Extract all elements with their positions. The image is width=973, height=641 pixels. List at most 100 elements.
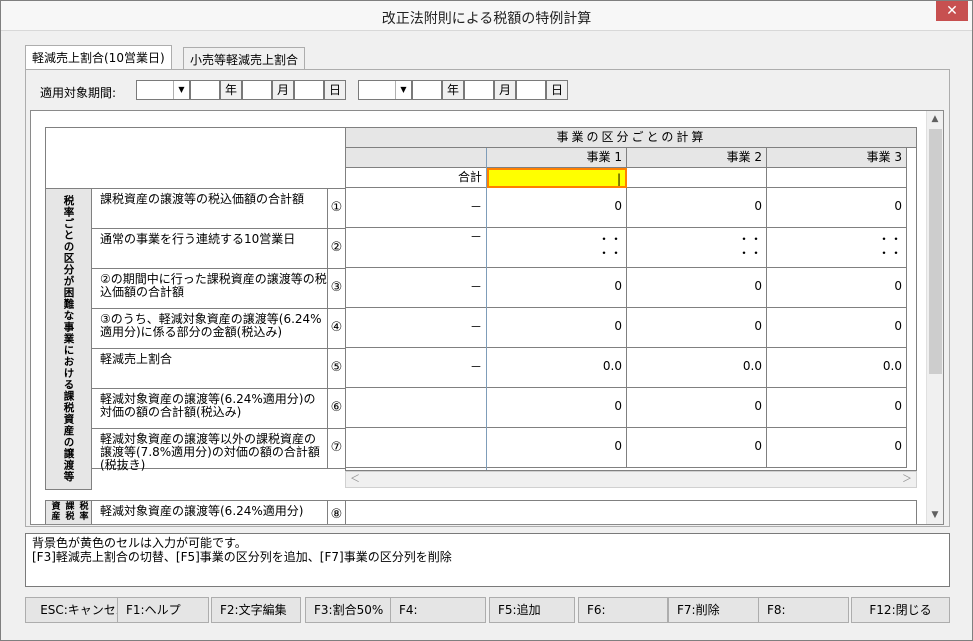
year-input-end[interactable] [412,80,442,100]
chevron-down-icon[interactable]: ▼ [173,81,189,99]
row-number: ⑥ [327,388,346,429]
fkey-button-f7[interactable]: F7:削除 [668,597,759,623]
help-line-1: 背景色が黄色のセルは入力が可能です。 [32,536,247,550]
business-2-cell[interactable]: 0 [627,388,767,428]
row-label-taxable-total: 課税資産の譲渡等の税込価額の合計額 [91,188,328,229]
business-2-cell[interactable]: 0 [627,188,767,228]
column-header-business-1: 事業 1 [487,148,627,168]
row-label-reduced-sales-ratio: 軽減売上割合 [91,348,328,389]
row-8-number: ⑧ [327,500,346,524]
help-line-2: [F3]軽減売上割合の切替、[F5]事業の区分列を追加、[F7]事業の区分列を削… [32,550,452,564]
month-input-start[interactable] [242,80,272,100]
horizontal-scrollbar[interactable]: ＜ ＞ [345,471,917,488]
month-input-end[interactable] [464,80,494,100]
tab-panel: 適用対象期間: ▼ 年 月 日 ▼ 年 月 日 税率ごとの区分が困難な事業におけ… [25,69,950,527]
business-3-cell[interactable]: ・・ ・・ [767,228,907,268]
column-header-total [346,148,487,168]
total-cell: － [346,348,487,388]
column-divider [486,148,487,470]
side-label-difficult-business: 税率ごとの区分が困難な事業における課税資産の譲渡等 [45,188,92,490]
era-combo-end[interactable]: ▼ [358,80,412,100]
row-label-standard-consideration: 軽減対象資産の譲渡等以外の課税資産の譲渡等(7.8%適用分)の対価の額の合計額(… [91,428,328,472]
row-label-reduced-portion: ③のうち、軽減対象資産の譲渡等(6.24%適用分)に係る部分の金額(税込み) [91,308,328,349]
scroll-left-icon[interactable]: ＜ [350,472,360,487]
business-1-cell[interactable]: 0 [487,188,627,228]
business-2-cell[interactable]: 0.0 [627,348,767,388]
unit-day-end: 日 [546,80,568,100]
column-header-business-3: 事業 3 [767,148,907,168]
side-label-tax-rate: 税率課税資産 [45,500,92,524]
fkey-button-f5[interactable]: F5:追加 [489,597,575,623]
business-3-cell[interactable]: 0 [767,268,907,308]
scroll-up-icon[interactable]: ▲ [927,111,943,128]
business-1-cell[interactable]: ・・ ・・ [487,228,627,268]
business-2-name-input[interactable] [627,168,767,188]
business-1-cell[interactable]: 0.0 [487,348,627,388]
total-cell: － [346,268,487,308]
business-3-cell[interactable]: 0 [767,388,907,428]
year-input-start[interactable] [190,80,220,100]
row-number: ④ [327,308,346,349]
unit-year-end: 年 [442,80,464,100]
scroll-right-icon[interactable]: ＞ [902,472,912,487]
business-2-cell[interactable]: 0 [627,428,767,468]
row-8-label: 軽減対象資産の譲渡等(6.24%適用分) [91,500,328,524]
day-input-start[interactable] [294,80,324,100]
business-1-cell[interactable]: 0 [487,308,627,348]
row-number: ⑤ [327,348,346,389]
row-label-ten-business-days: 通常の事業を行う連続する10営業日 [91,228,328,269]
total-cell [346,388,487,428]
total-label: 合計 [346,168,487,188]
unit-year-start: 年 [220,80,242,100]
row-number: ⑦ [327,428,346,469]
tab-retail-reduced-sales-ratio[interactable]: 小売等軽減売上割合 [183,47,306,69]
business-2-cell[interactable]: 0 [627,308,767,348]
business-2-cell[interactable]: ・・ ・・ [627,228,767,268]
grid-corner [45,127,346,189]
row-number: ① [327,188,346,229]
fkey-button-f6[interactable]: F6: [578,597,668,623]
day-input-end[interactable] [516,80,546,100]
business-3-name-input[interactable] [767,168,907,188]
business-3-cell[interactable]: 0.0 [767,348,907,388]
period-label: 適用対象期間: [40,86,117,100]
close-button[interactable]: ✕ [936,1,968,21]
business-3-cell[interactable]: 0 [767,188,907,228]
scroll-down-icon[interactable]: ▼ [927,507,943,524]
column-header-business-2: 事業 2 [627,148,767,168]
fkey-button-f2[interactable]: F2:文字編集 [211,597,301,623]
fkey-button-f12[interactable]: F12:閉じる [851,597,950,623]
calculation-grid: 税率ごとの区分が困難な事業における課税資産の譲渡等 税率課税資産 課税資産の譲渡… [30,110,944,525]
total-cell: － [346,188,487,228]
unit-month-end: 月 [494,80,516,100]
total-cell: － [346,308,487,348]
total-cell [346,428,487,468]
unit-month-start: 月 [272,80,294,100]
row-label-reduced-consideration: 軽減対象資産の譲渡等(6.24%適用分)の対価の額の合計額(税込み) [91,388,328,429]
chevron-down-icon[interactable]: ▼ [395,81,411,99]
group-header: 事業の区分ごとの計算 [346,128,916,148]
row-number: ③ [327,268,346,309]
business-3-cell[interactable]: 0 [767,428,907,468]
row-number: ② [327,228,346,269]
business-1-cell[interactable]: 0 [487,428,627,468]
unit-day-start: 日 [324,80,346,100]
fkey-button-f3[interactable]: F3:割合50% [305,597,395,623]
era-combo-start[interactable]: ▼ [136,80,190,100]
dialog-window: 改正法附則による税額の特例計算 ✕ 軽減売上割合(10営業日) 小売等軽減売上割… [0,0,973,641]
window-title: 改正法附則による税額の特例計算 [381,11,592,27]
function-key-bar: ESC:キャンセル F1:ヘルプ F2:文字編集 F3:割合50% F4: F5:追加 F6… [25,597,950,623]
row-8-values [345,500,917,524]
business-3-cell[interactable]: 0 [767,308,907,348]
row-label-period-taxable-total: ②の期間中に行った課税資産の譲渡等の税込価額の合計額 [91,268,328,309]
scroll-thumb[interactable] [929,129,942,374]
business-1-cell[interactable]: 0 [487,268,627,308]
tab-reduced-sales-ratio[interactable]: 軽減売上割合(10営業日) [25,45,172,69]
fkey-button-f4[interactable]: F4: [390,597,486,623]
fkey-button-f1[interactable]: F1:ヘルプ [117,597,209,623]
fkey-button-f8[interactable]: F8: [758,597,849,623]
business-1-name-input[interactable]: | [487,168,627,188]
business-2-cell[interactable]: 0 [627,268,767,308]
vertical-scrollbar[interactable]: ▲ ▼ [926,111,943,524]
business-1-cell[interactable]: 0 [487,388,627,428]
